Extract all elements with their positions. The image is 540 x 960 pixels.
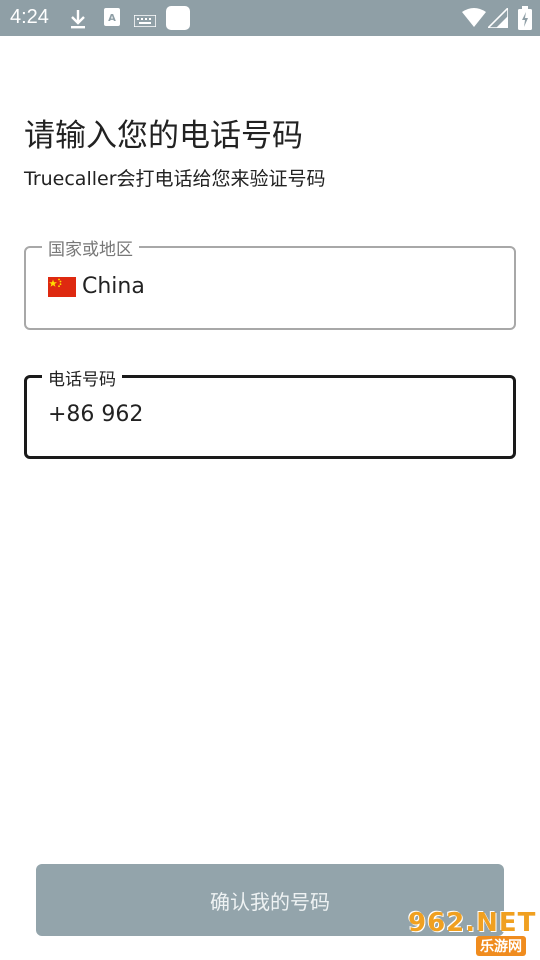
status-time: 4:24: [10, 6, 49, 28]
country-field-value[interactable]: China: [48, 274, 145, 299]
watermark-top-text: 962.NET: [408, 908, 537, 938]
svg-text:A: A: [108, 13, 116, 24]
text-icon: A: [104, 8, 120, 30]
watermark-bottom-text: 乐游网: [476, 936, 526, 956]
country-name: China: [82, 274, 145, 299]
phone-field-label: 电话号码: [42, 365, 122, 390]
battery-icon: [518, 6, 532, 34]
wifi-icon: [462, 8, 486, 32]
signal-icon: [486, 6, 509, 32]
country-field[interactable]: 国家或地区 China: [24, 235, 516, 330]
china-flag-icon: [48, 276, 76, 297]
page-subtitle: Truecaller会打电话给您来验证号码: [24, 168, 326, 190]
country-field-label: 国家或地区: [42, 235, 139, 260]
keyboard-icon: [133, 12, 157, 31]
watermark-logo: 962.NET 乐游网: [398, 908, 538, 958]
phone-field[interactable]: 电话号码 +86 962: [24, 365, 516, 459]
phone-input[interactable]: +86 962: [48, 402, 143, 427]
download-icon: [68, 8, 88, 34]
status-bar: 4:24 A: [0, 0, 540, 36]
page-title: 请输入您的电话号码: [24, 118, 303, 154]
app-icon: [166, 6, 190, 34]
